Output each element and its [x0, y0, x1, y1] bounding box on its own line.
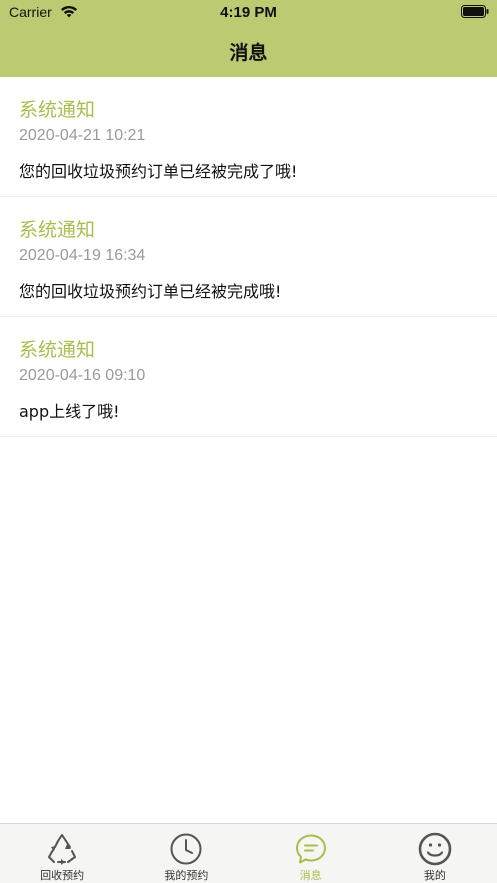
- tab-my-booking[interactable]: 我的预约: [124, 824, 248, 883]
- message-item[interactable]: 系统通知 2020-04-19 16:34 您的回收垃圾预约订单已经被完成哦!: [0, 197, 497, 317]
- message-item[interactable]: 系统通知 2020-04-21 10:21 您的回收垃圾预约订单已经被完成了哦!: [0, 77, 497, 197]
- tab-label: 我的: [423, 869, 446, 882]
- tab-label: 消息: [299, 869, 322, 882]
- message-title: 系统通知: [19, 339, 96, 361]
- clock-icon: [170, 833, 202, 865]
- tab-recycle-booking[interactable]: 回收预约: [0, 824, 124, 883]
- status-bar: Carrier 4:19 PM: [0, 0, 497, 26]
- message-title: 系统通知: [19, 99, 96, 121]
- tab-label: 回收预约: [40, 869, 85, 882]
- status-time: 4:19 PM: [220, 4, 277, 21]
- page-title: 消息: [229, 42, 268, 64]
- message-body: app上线了哦!: [19, 402, 120, 421]
- tab-mine[interactable]: 我的: [373, 824, 497, 883]
- messages-screen: Carrier 4:19 PM 消息 系统通知 2020-04-21 10:21…: [0, 0, 497, 883]
- header: Carrier 4:19 PM 消息: [0, 0, 497, 77]
- message-list: 系统通知 2020-04-21 10:21 您的回收垃圾预约订单已经被完成了哦!…: [0, 77, 497, 437]
- tab-messages[interactable]: 消息: [249, 824, 373, 883]
- message-time: 2020-04-16 09:10: [19, 367, 146, 384]
- message-time: 2020-04-21 10:21: [19, 127, 146, 144]
- message-body: 您的回收垃圾预约订单已经被完成哦!: [19, 282, 282, 301]
- message-time: 2020-04-19 16:34: [19, 247, 146, 264]
- recycle-icon: [48, 834, 77, 865]
- tab-label: 我的预约: [164, 869, 209, 882]
- battery-icon: [461, 5, 489, 18]
- message-title: 系统通知: [19, 219, 96, 241]
- chat-bubble-icon: [295, 834, 326, 864]
- message-body: 您的回收垃圾预约订单已经被完成了哦!: [19, 162, 298, 181]
- tab-bar: 回收预约 我的预约 消息 我的: [0, 823, 497, 883]
- message-item[interactable]: 系统通知 2020-04-16 09:10 app上线了哦!: [0, 317, 497, 437]
- smiley-face-icon: [418, 832, 452, 866]
